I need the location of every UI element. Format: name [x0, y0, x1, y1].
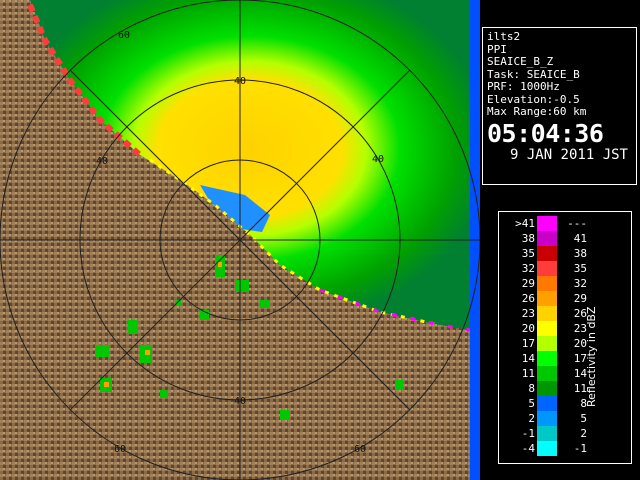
legend-low-value: 2 [528, 412, 535, 425]
legend-row: 26 29 [507, 291, 587, 306]
legend-swatch [537, 336, 557, 351]
legend-swatch [537, 291, 557, 306]
legend-row: 8 11 [507, 381, 587, 396]
legend-high-value: 14 [573, 367, 587, 380]
legend-low-value: 29 [521, 277, 535, 290]
legend-high-value: 26 [573, 307, 587, 320]
legend-swatch [537, 246, 557, 261]
legend-low-value: 23 [521, 307, 535, 320]
range-label: 40 [372, 154, 384, 165]
legend-low-value: >41 [515, 217, 535, 230]
range-label: 60 [114, 444, 126, 455]
range-label: 40 [96, 156, 108, 167]
legend-row: 17 20 [507, 336, 587, 351]
legend-row: 58 [507, 396, 587, 411]
legend-swatch [537, 276, 557, 291]
max-range-value: Max Range:60 km [487, 105, 587, 118]
legend-swatch [537, 381, 557, 396]
legend-swatch [537, 426, 557, 441]
field-name: SEAICE_B_Z [487, 55, 554, 68]
scan-date: 9 JAN 2011 JST [509, 146, 628, 163]
range-label: 40 [234, 396, 246, 407]
legend-high-value: 38 [573, 247, 587, 260]
legend-low-value: 38 [521, 232, 535, 245]
legend-high-value: 5 [580, 412, 587, 425]
legend-high-value: 32 [573, 277, 587, 290]
legend-swatch [537, 306, 557, 321]
legend-high-value: 35 [573, 262, 587, 275]
legend-swatch [537, 231, 557, 246]
color-legend: >41 --- 38 41 35 38 32 35 29 32 26 29 23 26 20 23 17 20 14… [498, 211, 632, 464]
legend-high-value: 17 [573, 352, 587, 365]
legend-swatch [537, 396, 557, 411]
legend-title: Reflectivity in dBZ [585, 306, 598, 408]
legend-low-value: 35 [521, 247, 535, 260]
legend-low-value: 26 [521, 292, 535, 305]
legend-swatch [537, 366, 557, 381]
range-label: 60 [354, 444, 366, 455]
legend-swatch [537, 351, 557, 366]
legend-high-value: 29 [573, 292, 587, 305]
azimuth-lines [0, 0, 480, 480]
legend-row: -4 -1 [507, 441, 587, 456]
legend-swatch [537, 321, 557, 336]
legend-low-value: 11 [521, 367, 535, 380]
legend-high-value: 11 [573, 382, 587, 395]
legend-low-value: 8 [528, 382, 535, 395]
legend-high-value: 8 [580, 397, 587, 410]
legend-row: 35 38 [507, 246, 587, 261]
range-label: 40 [234, 76, 246, 87]
legend-row: 11 14 [507, 366, 587, 381]
radar-image: 60 40 40 40 40 60 60 [0, 0, 480, 480]
legend-row: -1 2 [507, 426, 587, 441]
legend-low-value: 32 [521, 262, 535, 275]
legend-row: 20 23 [507, 321, 587, 336]
legend-row: 29 32 [507, 276, 587, 291]
legend-low-value: 14 [521, 352, 535, 365]
legend-high-value: --- [567, 217, 587, 230]
legend-low-value: 5 [528, 397, 535, 410]
legend-low-value: -4 [521, 442, 535, 455]
scan-time: 05:04:36 [487, 118, 604, 148]
legend-row: 32 35 [507, 261, 587, 276]
legend-rows: >41 --- 38 41 35 38 32 35 29 32 26 29 23 26 20 23 17 20 14… [507, 216, 587, 456]
legend-row: 23 26 [507, 306, 587, 321]
range-label: 60 [118, 30, 130, 41]
legend-high-value: 23 [573, 322, 587, 335]
site-name: ilts2 [487, 30, 521, 43]
legend-high-value: -1 [573, 442, 587, 455]
legend-high-value: 41 [573, 232, 587, 245]
legend-swatch [537, 441, 557, 456]
legend-high-value: 20 [573, 337, 587, 350]
legend-row: 14 17 [507, 351, 587, 366]
radar-ppi-view[interactable]: 60 40 40 40 40 60 60 [0, 0, 480, 480]
legend-swatch [537, 216, 557, 231]
legend-swatch [537, 411, 557, 426]
info-panel: ilts2 PPI SEAICE_B_Z Task: SEAICE_B PRF:… [482, 27, 637, 185]
legend-low-value: 20 [521, 322, 535, 335]
legend-row: 25 [507, 411, 587, 426]
legend-swatch [537, 261, 557, 276]
legend-low-value: 17 [521, 337, 535, 350]
legend-row: >41 --- [507, 216, 587, 231]
legend-row: 38 41 [507, 231, 587, 246]
legend-high-value: 2 [580, 427, 587, 440]
legend-low-value: -1 [521, 427, 535, 440]
prf-value: PRF: 1000Hz [487, 80, 560, 93]
